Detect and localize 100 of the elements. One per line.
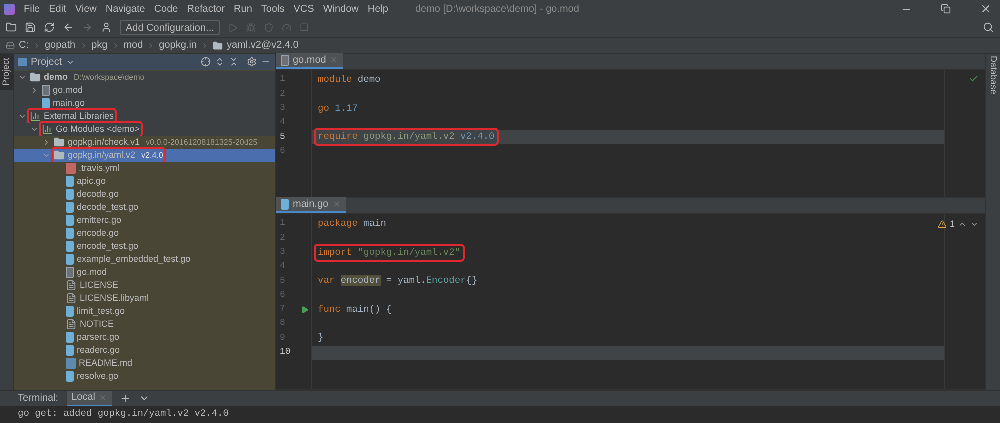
menu-item[interactable]: View (75, 2, 97, 16)
window-title: demo [D:\workspace\demo] - go.mod (415, 2, 580, 16)
expanded-chevron-icon[interactable] (18, 112, 26, 121)
tree-item-label: example_embedded_test.go (77, 252, 191, 266)
editor-tab[interactable]: main.go (276, 197, 346, 213)
line-number: 2 (280, 88, 286, 101)
go-file-icon (66, 371, 74, 382)
tree-item-label: encode.go (77, 226, 120, 240)
tree-item-label: LICENSE (80, 278, 119, 292)
back-icon[interactable] (63, 22, 74, 33)
text-file-icon (66, 319, 77, 330)
line-number: 5 (280, 130, 286, 144)
expanded-chevron-icon[interactable] (30, 125, 38, 134)
expanded-chevron-icon[interactable] (18, 73, 26, 82)
breadcrumb-item[interactable]: gopkg.in (159, 38, 197, 53)
text-file-icon (66, 280, 77, 291)
go-file-icon (66, 345, 74, 356)
library-icon (42, 124, 53, 135)
panel-title[interactable]: Project (31, 54, 62, 70)
tree-item-label: External Libraries (44, 110, 114, 123)
tree-item-label: README.md (79, 356, 133, 370)
text-file-icon (66, 293, 77, 304)
menu-item[interactable]: VCS (294, 2, 314, 16)
go-file-icon (66, 254, 74, 265)
folder-icon (54, 137, 65, 148)
tree-item-label: decode.go (77, 188, 120, 201)
run-icon[interactable] (301, 306, 309, 314)
menu-item[interactable]: Edit (49, 2, 66, 16)
line-number: 10 (280, 346, 291, 360)
menu-item[interactable]: Refactor (187, 2, 226, 16)
folder-icon (30, 72, 41, 83)
tree-item-label: encode_test.go (77, 240, 139, 253)
breadcrumb-item[interactable]: pkg (92, 38, 108, 53)
locate-icon[interactable] (201, 57, 211, 67)
code-line: func main() { (317, 302, 394, 317)
tree-item-label: decode_test.go (77, 200, 139, 214)
run-configuration-button[interactable]: Add Configuration... (120, 20, 220, 35)
line-number: 4 (280, 260, 286, 274)
tree-item-hint: v0.0.0-20161208181325-20d25 (146, 136, 258, 148)
tree-item-label: resolve.go (77, 370, 119, 383)
line-number: 2 (280, 232, 286, 245)
tree-item[interactable]: go.mod (14, 84, 275, 97)
breadcrumb-item[interactable]: C: (19, 38, 29, 53)
save-icon[interactable] (25, 22, 36, 33)
menu-item[interactable]: Tools (261, 2, 285, 16)
close-icon[interactable] (980, 3, 992, 15)
add-icon[interactable] (120, 393, 132, 404)
tree-item-hint: v2.4.0 (142, 150, 164, 162)
sync-icon[interactable] (44, 22, 55, 33)
tree-item-label: parserc.go (77, 330, 120, 344)
breadcrumb-item[interactable]: gopath (45, 38, 76, 53)
go-file-icon (281, 198, 289, 210)
go-file-icon (66, 215, 74, 226)
tree-item-label: demo (44, 70, 68, 84)
library-icon (30, 111, 41, 122)
menu-item[interactable]: File (24, 2, 40, 16)
line-number: 8 (280, 317, 286, 330)
tree-item[interactable]: Go Modules <demo> (14, 123, 275, 136)
collapse-all-icon[interactable] (229, 57, 239, 67)
line-number: 6 (280, 144, 286, 158)
go-file-icon (66, 332, 74, 343)
breadcrumb-item[interactable]: yaml.v2@v2.4.0 (226, 38, 299, 53)
tree-item-label: NOTICE (80, 318, 114, 331)
menu-item[interactable]: Window (323, 2, 359, 16)
tree-item[interactable]: gopkg.in/yaml.v2 v2.4.0 (14, 149, 275, 162)
settings-icon[interactable] (247, 57, 257, 67)
tree-item[interactable]: demo D:\workspace\demo (14, 71, 275, 84)
code-line: package main (317, 217, 388, 232)
project-tool-tab[interactable]: Project (0, 54, 14, 90)
tree-item[interactable]: External Libraries (14, 110, 275, 123)
module-file-icon (42, 85, 50, 96)
terminal-tab[interactable]: Local (66, 390, 112, 406)
open-folder-icon[interactable] (6, 22, 17, 33)
menu-item[interactable]: Navigate (106, 2, 146, 16)
warning-icon[interactable] (938, 220, 947, 230)
tree-item[interactable]: main.go (14, 97, 275, 110)
database-tool-tab[interactable]: Database (986, 56, 1000, 95)
line-number: 1 (280, 73, 286, 86)
editor-tab[interactable]: go.mod (276, 53, 344, 69)
menu-item[interactable]: Help (368, 2, 388, 16)
go-file-icon (66, 202, 74, 213)
expand-all-icon[interactable] (215, 57, 225, 67)
check-icon (969, 74, 979, 84)
breadcrumb-item[interactable]: mod (124, 38, 144, 53)
tree-item-label: Go Modules <demo> (56, 122, 140, 136)
line-number: 1 (280, 217, 286, 230)
line-number: 3 (280, 102, 286, 115)
folder-icon (54, 150, 65, 161)
menu-item[interactable]: Run (234, 2, 252, 16)
code-line: module demo (317, 73, 382, 88)
search-icon[interactable] (983, 22, 994, 33)
line-number: 5 (280, 274, 286, 288)
user-icon[interactable] (101, 22, 112, 33)
tree-item-label: gopkg.in/yaml.v2 (68, 148, 136, 162)
line-number: 7 (280, 303, 286, 316)
menu-item[interactable]: Code (154, 2, 178, 16)
restore-icon[interactable] (941, 4, 951, 14)
tree-item-label: .travis.yml (79, 162, 120, 175)
tree-item-label: gopkg.in/check.v1 (68, 136, 140, 149)
tree-item-label: go.mod (53, 84, 84, 97)
